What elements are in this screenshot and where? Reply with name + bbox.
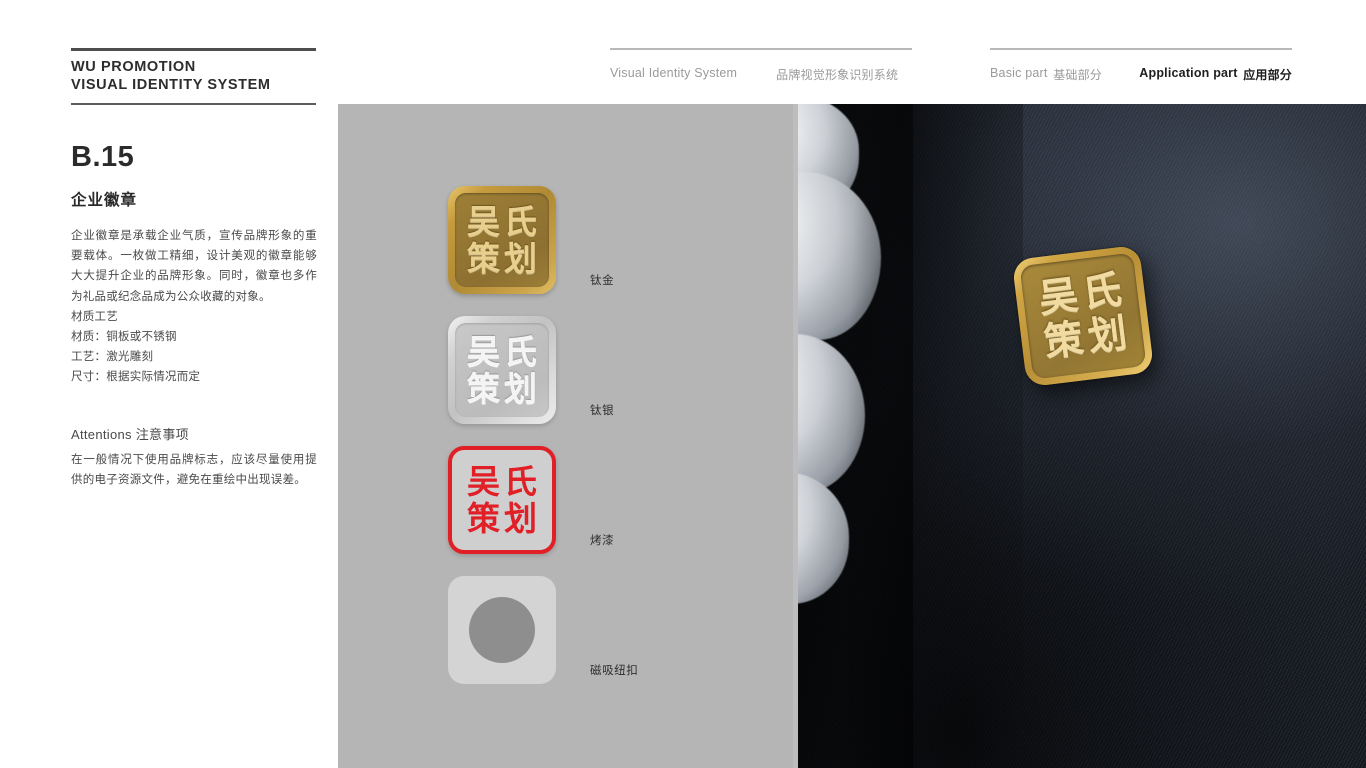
magnet-disc-icon (469, 597, 535, 663)
badge-titanium-silver: 吴 氏 策 划 (448, 316, 556, 424)
badge-label-baked-enamel: 烤漆 (590, 535, 615, 547)
attentions-block: Attentions 注意事项 在一般情况下使用品牌标志，应该尽量使用提供的电子… (71, 424, 317, 490)
nav-item-basic-en[interactable]: Basic part (990, 66, 1048, 83)
badge-baked-enamel: 吴 氏 策 划 (448, 446, 556, 554)
nav-item-vis-cn[interactable]: 品牌视觉形象识别系统 (776, 66, 898, 83)
logo-char-hua: 划 (504, 499, 537, 538)
badge-face: 吴 氏 策 划 (455, 193, 549, 287)
section-code: B.15 (71, 141, 135, 173)
logo-char-hua: 划 (504, 369, 537, 408)
badge-titanium-gold: 吴 氏 策 划 (448, 186, 556, 294)
application-photo: 吴 氏 策 划 (793, 104, 1366, 768)
page-title: 企业徽章 (71, 192, 138, 209)
page-header: WU PROMOTION VISUAL IDENTITY SYSTEM Visu… (0, 0, 1366, 105)
nav-item-application-en[interactable]: Application part (1139, 66, 1237, 83)
badge-row: 吴 氏 策 划 烤漆 (448, 446, 614, 554)
badge-label-titanium-gold: 钛金 (590, 275, 615, 287)
nav-group-system: Visual Identity System 品牌视觉形象识别系统 (610, 48, 912, 83)
logo-glyph-grid: 吴 氏 策 划 (465, 203, 539, 277)
badge-swatch-panel: 吴 氏 策 划 钛金 吴 氏 策 划 钛银 吴 氏 策 划 烤漆 磁吸纽扣 (338, 104, 794, 768)
logo-char-hua: 划 (504, 239, 537, 278)
logo-char-ce: 策 (1041, 315, 1086, 366)
logo-char-ce: 策 (467, 369, 500, 408)
logo-char-wu: 吴 (1036, 272, 1081, 322)
badge-on-garment: 吴 氏 策 划 (1011, 244, 1155, 388)
logo-char-ce: 策 (467, 239, 500, 278)
logo-char-shi: 氏 (504, 332, 537, 371)
badge-label-titanium-silver: 钛银 (590, 405, 615, 417)
brand-name: WU PROMOTION VISUAL IDENTITY SYSTEM (71, 59, 271, 93)
badge-label-magnetic-button: 磁吸纽扣 (590, 665, 639, 677)
logo-char-shi: 氏 (504, 462, 537, 501)
logo-char-wu: 吴 (467, 332, 500, 371)
logo-char-ce: 策 (467, 499, 500, 538)
nav-item-application-cn[interactable]: 应用部分 (1243, 66, 1292, 83)
brand-rule-bottom (71, 103, 316, 105)
nav-item-vis-en[interactable]: Visual Identity System (610, 66, 737, 83)
nav-item-basic-cn[interactable]: 基础部分 (1053, 66, 1102, 83)
body-copy: 企业徽章是承载企业气质，宣传品牌形象的重要载体。一枚做工精细，设计美观的徽章能够… (71, 230, 317, 303)
attentions-title: Attentions 注意事项 (71, 426, 189, 442)
badge-row: 吴 氏 策 划 钛银 (448, 316, 614, 424)
badge-magnetic-button (448, 576, 556, 684)
attentions-body: 在一般情况下使用品牌标志，应该尽量使用提供的电子资源文件，避免在重绘中出现误差。 (71, 453, 317, 486)
logo-glyph-grid: 吴 氏 策 划 (1034, 267, 1132, 365)
badge-face: 吴 氏 策 划 (1019, 252, 1147, 380)
nav-items-system: Visual Identity System 品牌视觉形象识别系统 (610, 50, 912, 83)
nav-items-parts: Basic part 基础部分 Application part 应用部分 (990, 50, 1292, 83)
logo-glyph-grid: 吴 氏 策 划 (465, 463, 539, 537)
brand-block: WU PROMOTION VISUAL IDENTITY SYSTEM (71, 48, 316, 105)
photo-left-edge (793, 104, 798, 768)
left-content-column: B.15 企业徽章 企业徽章是承载企业气质，宣传品牌形象的重要载体。一枚做工精细… (71, 140, 317, 490)
badge-face: 吴 氏 策 划 (455, 323, 549, 417)
spec-list: 材质工艺 材质：铜板或不锈钢 工艺：激光雕刻 尺寸：根据实际情况而定 (71, 310, 201, 384)
badge-row: 磁吸纽扣 (448, 576, 638, 684)
logo-char-shi: 氏 (1080, 266, 1125, 317)
logo-glyph-grid: 吴 氏 策 划 (465, 333, 539, 407)
logo-char-wu: 吴 (467, 462, 500, 501)
nav-group-parts: Basic part 基础部分 Application part 应用部分 (990, 48, 1292, 83)
logo-char-wu: 吴 (467, 202, 500, 241)
logo-char-hua: 划 (1085, 310, 1130, 360)
logo-char-shi: 氏 (504, 202, 537, 241)
badge-row: 吴 氏 策 划 钛金 (448, 186, 614, 294)
